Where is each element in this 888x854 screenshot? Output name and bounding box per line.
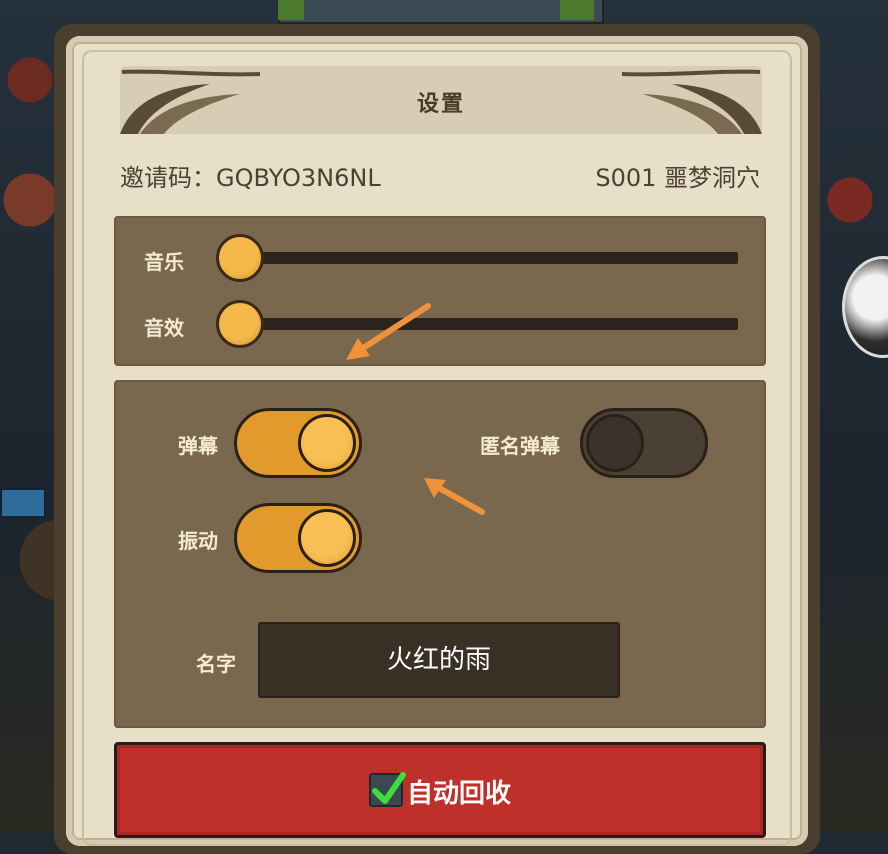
toggle-knob	[298, 414, 356, 472]
invite-code: 邀请码：GQBYO3N6NL	[120, 164, 381, 192]
sfx-label: 音效	[144, 316, 184, 340]
anonymous-danmaku-toggle[interactable]	[580, 408, 708, 478]
danmaku-toggle[interactable]	[234, 408, 362, 478]
music-slider-track[interactable]	[228, 252, 738, 264]
background-top-tab	[278, 0, 604, 24]
toggle-knob	[586, 414, 644, 472]
vibration-label: 振动	[178, 529, 218, 553]
arrow-pointer-icon	[346, 303, 431, 360]
sfx-slider-track[interactable]	[228, 318, 738, 330]
background-tab-accent	[278, 0, 304, 20]
music-label: 音乐	[144, 250, 184, 274]
background-status-bar	[0, 488, 46, 518]
info-row: 邀请码：GQBYO3N6NL S001 噩梦洞穴	[120, 158, 760, 194]
title-plate: 设置	[120, 66, 762, 134]
arrow-pointer-icon	[424, 478, 485, 515]
name-label: 名字	[196, 652, 236, 676]
anonymous-danmaku-label: 匿名弹幕	[480, 434, 560, 458]
auto-recycle-button[interactable]: 自动回收	[114, 742, 766, 838]
background-tab-accent	[560, 0, 594, 20]
vibration-toggle[interactable]	[234, 503, 362, 573]
danmaku-label: 弹幕	[178, 434, 218, 458]
music-slider-knob[interactable]	[216, 234, 264, 282]
checkmark-icon[interactable]	[369, 772, 406, 807]
server-name: S001 噩梦洞穴	[595, 164, 760, 192]
auto-recycle-label: 自动回收	[407, 779, 512, 809]
dialog-title: 设置	[416, 92, 465, 117]
sfx-slider-knob[interactable]	[216, 300, 264, 348]
toggle-knob	[298, 509, 356, 567]
name-input[interactable]	[258, 622, 620, 698]
audio-panel	[114, 216, 766, 366]
